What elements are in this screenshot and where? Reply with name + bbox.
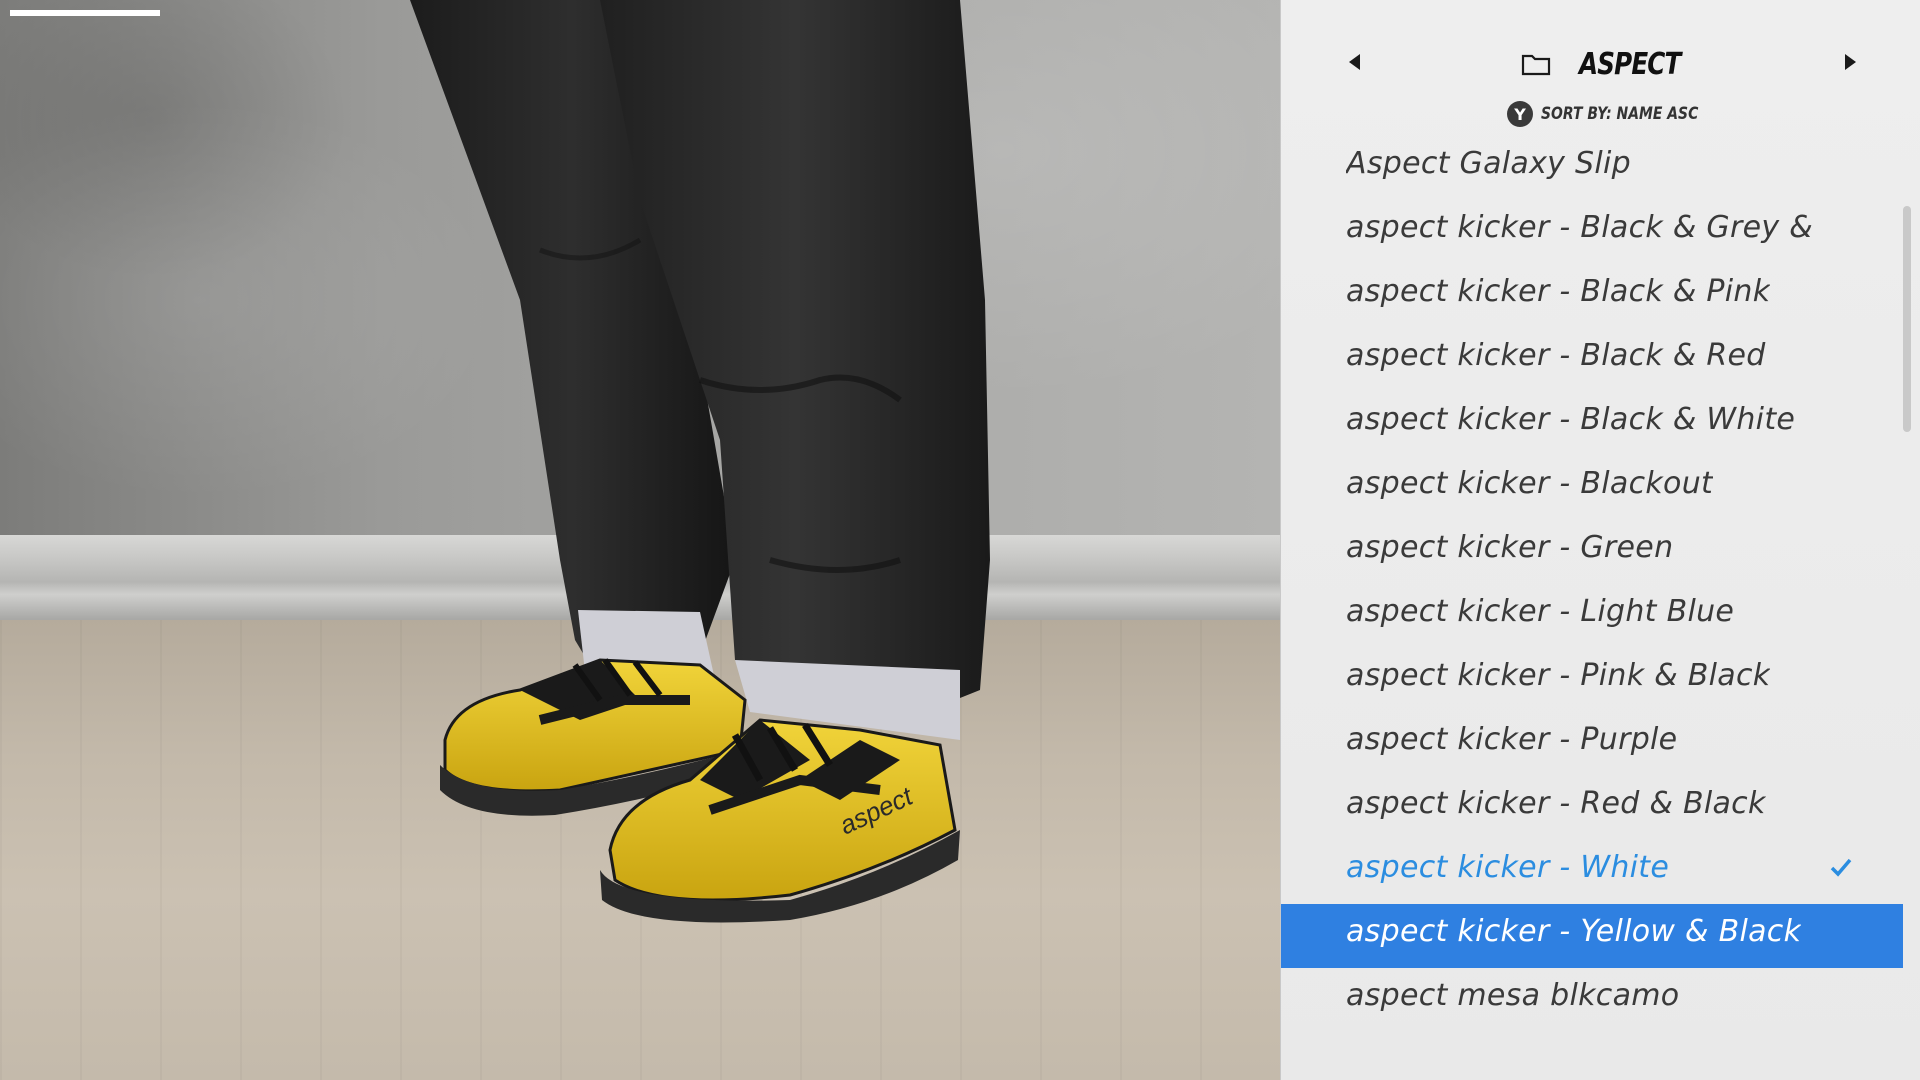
list-item-label: aspect kicker - Yellow & Black bbox=[1346, 914, 1802, 949]
list-item[interactable]: aspect kicker - Black & Red bbox=[1281, 328, 1903, 392]
list-item[interactable]: aspect kicker - Blackout bbox=[1281, 456, 1903, 520]
list-item[interactable]: aspect kicker - Green bbox=[1281, 520, 1903, 584]
list-item-label: aspect kicker - Black & White bbox=[1346, 402, 1796, 437]
list-item-label: aspect kicker - Light Blue bbox=[1346, 594, 1735, 629]
category-header: ASPECT bbox=[1281, 40, 1920, 90]
character-preview: aspect bbox=[0, 0, 1280, 1080]
list-item[interactable]: aspect kicker - Purple bbox=[1281, 712, 1903, 776]
category-title-wrap: ASPECT bbox=[1521, 44, 1703, 84]
progress-bar bbox=[10, 10, 160, 16]
check-icon bbox=[1830, 858, 1852, 877]
list-item-label: aspect kicker - Red & Black bbox=[1346, 786, 1766, 821]
triangle-left-icon[interactable] bbox=[1349, 54, 1360, 70]
scrollbar[interactable] bbox=[1903, 206, 1911, 432]
progress-fill bbox=[10, 10, 160, 16]
list-item[interactable]: Aspect Galaxy Slip bbox=[1281, 136, 1903, 200]
y-button-icon: Y bbox=[1507, 101, 1533, 127]
list-item[interactable]: aspect kicker - Yellow & Black bbox=[1281, 904, 1903, 968]
sort-control[interactable]: Y SORT BY: NAME ASC bbox=[1507, 100, 1733, 128]
list-item-label: aspect kicker - Black & Pink bbox=[1346, 274, 1771, 309]
list-item-label: aspect mesa blkcamo bbox=[1346, 978, 1680, 1013]
triangle-right-icon[interactable] bbox=[1845, 54, 1856, 70]
list-item[interactable]: aspect kicker - Black & White bbox=[1281, 392, 1903, 456]
list-item[interactable]: aspect mesa blkcamo bbox=[1281, 968, 1903, 1032]
list-item-label: aspect kicker - Black & Red bbox=[1346, 338, 1766, 373]
list-item[interactable]: aspect kicker - Pink & Black bbox=[1281, 648, 1903, 712]
list-item[interactable]: aspect kicker - Red & Black bbox=[1281, 776, 1903, 840]
list-item-label: aspect kicker - Pink & Black bbox=[1346, 658, 1771, 693]
character-legs-and-shoes: aspect bbox=[410, 0, 990, 923]
item-list: Aspect Galaxy Slip aspect kicker - Black … bbox=[1281, 136, 1903, 1032]
list-item[interactable]: aspect kicker - White bbox=[1281, 840, 1903, 904]
list-item-label: aspect kicker - Blackout bbox=[1346, 466, 1714, 501]
list-item-label: Aspect Galaxy Slip bbox=[1346, 146, 1631, 181]
list-item-label: aspect kicker - White bbox=[1346, 850, 1670, 885]
folder-icon bbox=[1521, 54, 1551, 76]
list-item[interactable]: aspect kicker - Black & Pink bbox=[1281, 264, 1903, 328]
category-title: ASPECT bbox=[1579, 46, 1681, 82]
list-item-label: aspect kicker - Purple bbox=[1346, 722, 1678, 757]
sort-label: SORT BY: NAME ASC bbox=[1541, 104, 1699, 124]
list-item[interactable]: aspect kicker - Black & Grey & I bbox=[1281, 200, 1903, 264]
list-item[interactable]: aspect kicker - Light Blue bbox=[1281, 584, 1903, 648]
shoe-selection-panel: ASPECT Y SORT BY: NAME ASC Aspect Galaxy… bbox=[1280, 0, 1920, 1080]
list-item-label: aspect kicker - Black & Grey & I bbox=[1346, 210, 1812, 245]
list-item-label: aspect kicker - Green bbox=[1346, 530, 1674, 565]
